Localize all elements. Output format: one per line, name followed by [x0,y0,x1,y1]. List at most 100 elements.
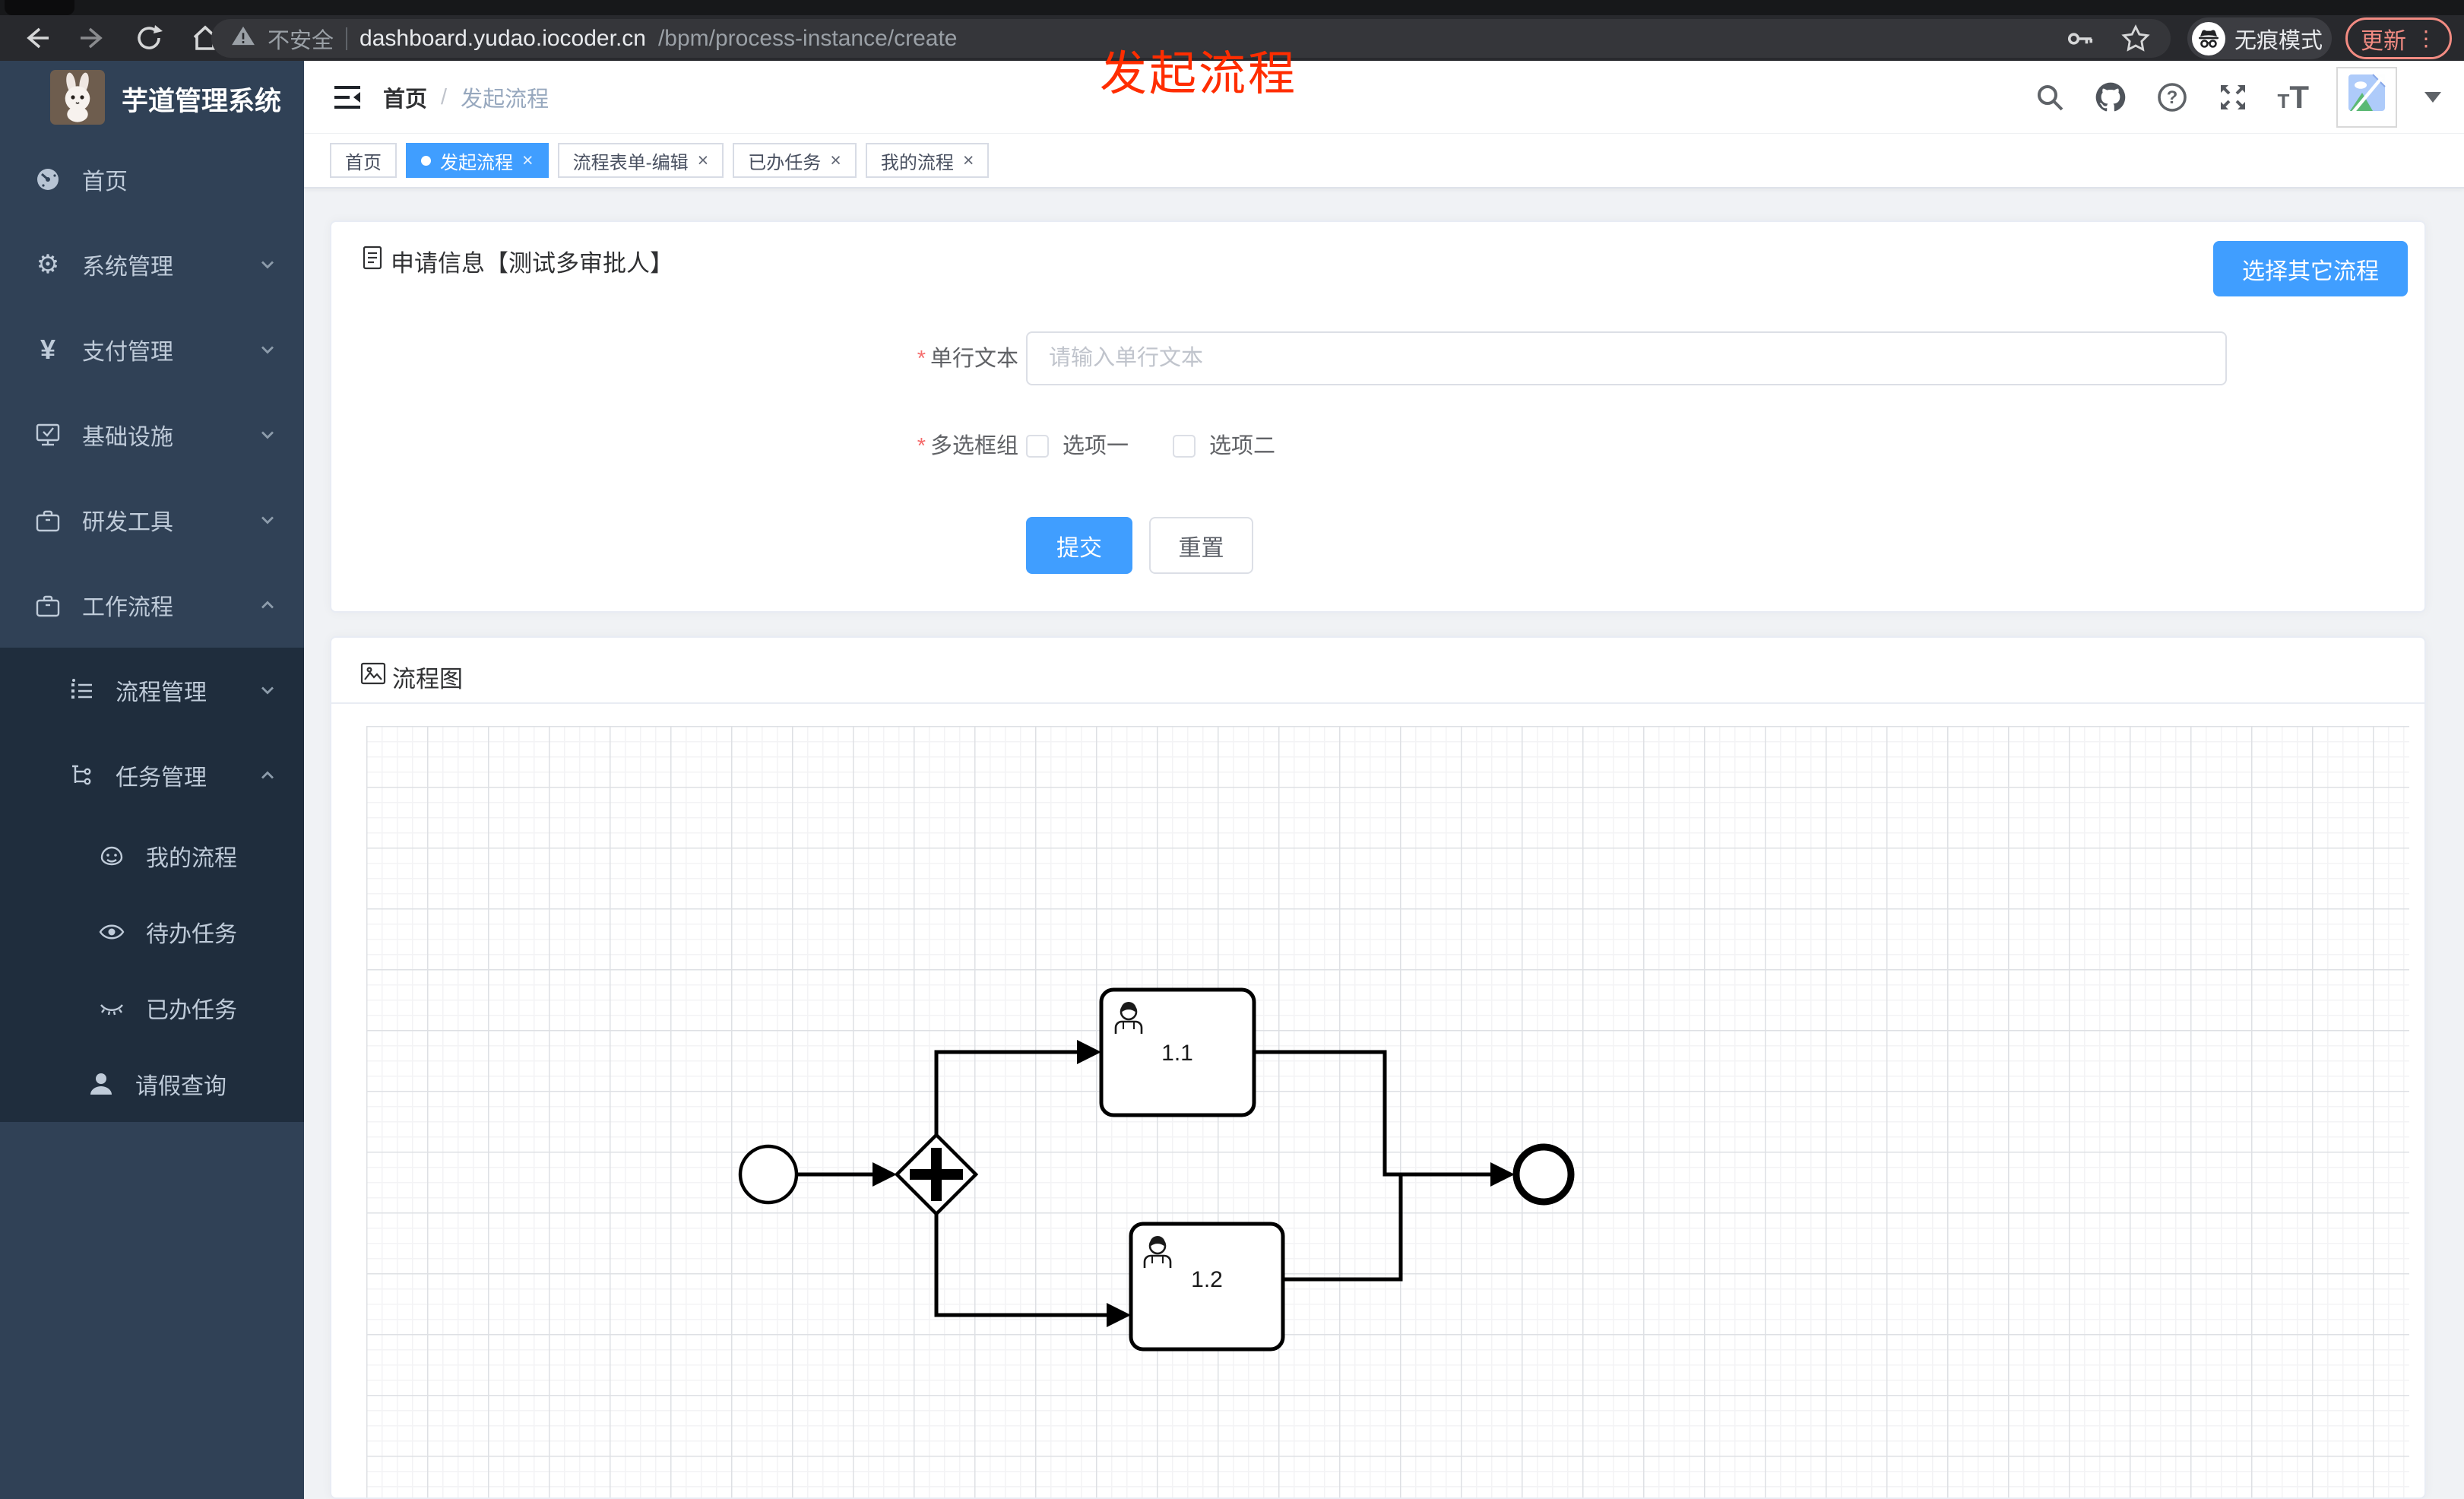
sidebar-item-task-management[interactable]: 任务管理 [0,733,304,818]
user-task-1-node[interactable]: 1.1 [1099,987,1256,1117]
sidebar-item-label: 工作流程 [82,595,173,620]
close-icon[interactable]: × [522,151,534,170]
omnibox-divider [346,27,348,50]
sidebar-item-workflow[interactable]: 工作流程 [0,563,304,648]
bpmn-canvas[interactable]: 1.1 1.2 [366,726,2409,1497]
chevron-down-icon [257,254,278,275]
tag-start-process[interactable]: 发起流程 × [406,143,549,178]
browser-menu-dots-icon[interactable]: ⋮ [2415,26,2437,51]
sidebar: 芋道管理系统 首页 ⚙ 系统管理 ¥ 支付管理 基础设施 研发工具 工作流程 流… [0,61,304,1499]
required-mark: * [917,434,926,458]
sidebar-item-infrastructure[interactable]: 基础设施 [0,392,304,477]
app-logo[interactable]: 芋道管理系统 [0,61,304,137]
breadcrumb-current: 发起流程 [461,87,549,112]
user-task-2-node[interactable]: 1.2 [1129,1222,1285,1352]
picture-icon [360,662,386,691]
svg-text:?: ? [2167,87,2178,108]
sidebar-item-label: 待办任务 [146,922,237,947]
close-icon[interactable]: × [830,151,841,170]
card-title: 流程图 [392,665,463,692]
breadcrumb-separator: / [441,84,448,109]
search-icon[interactable] [2034,81,2066,113]
plus-icon [931,1148,942,1201]
start-event-node[interactable] [738,1144,799,1205]
bpmn-diagram: 1.1 1.2 [738,987,1575,1352]
sidebar-item-home[interactable]: 首页 [0,137,304,222]
gear-icon: ⚙ [36,250,60,279]
browser-back-icon[interactable] [20,21,53,55]
broken-image-icon [2348,74,2386,116]
chevron-up-icon [257,765,278,786]
sidebar-item-done-tasks[interactable]: 已办任务 [0,970,304,1046]
browser-update-button[interactable]: 更新 ⋮ [2345,17,2452,59]
security-label[interactable]: 不安全 [268,23,334,55]
sidebar-item-system[interactable]: ⚙ 系统管理 [0,222,304,307]
document-icon [360,245,385,277]
sidebar-item-label: 系统管理 [82,255,173,280]
checkbox-option-2[interactable] [1173,435,1196,458]
sidebar-item-payment[interactable]: ¥ 支付管理 [0,307,304,392]
fullscreen-icon[interactable] [2216,81,2250,114]
card-divider [331,702,2424,704]
sidebar-item-label: 已办任务 [146,998,237,1023]
briefcase-icon [30,591,65,619]
checkbox-option-1-label[interactable]: 选项一 [1063,431,1129,461]
sidebar-item-label: 我的流程 [146,846,237,871]
browser-reload-icon[interactable] [132,21,166,55]
tag-my-processes[interactable]: 我的流程 × [865,143,990,178]
task-label: 1.1 [1161,1041,1193,1066]
field-label-text: 多选框组 [930,434,1018,458]
password-key-icon[interactable] [2066,24,2095,53]
url-path: /bpm/process-instance/create [657,25,958,51]
checkbox-option-2-label[interactable]: 选项二 [1209,431,1275,461]
avatar-caret-down-icon[interactable] [2424,92,2441,103]
checkbox-option-1[interactable] [1026,435,1049,458]
tag-label: 我的流程 [880,152,954,173]
tag-label: 发起流程 [440,152,513,173]
flow-tree-icon [64,762,99,789]
tag-home[interactable]: 首页 [330,143,397,178]
reset-button[interactable]: 重置 [1149,517,1253,574]
tag-label: 流程表单-编辑 [572,152,689,173]
sidebar-item-leave-query[interactable]: 请假查询 [0,1046,304,1122]
avatar[interactable] [2336,67,2397,128]
dashboard-icon [30,166,65,193]
sidebar-item-label: 首页 [82,170,128,195]
top-navbar: 首页 / 发起流程 ? TT [304,61,2464,134]
breadcrumb-home[interactable]: 首页 [383,81,427,113]
sidebar-item-process-management[interactable]: 流程管理 [0,648,304,733]
bookmark-star-icon[interactable] [2120,24,2151,54]
browser-forward-icon[interactable] [76,21,109,55]
process-diagram-card: 流程图 1.1 1.2 [330,636,2426,1499]
tag-form-edit[interactable]: 流程表单-编辑 × [557,143,724,178]
logo-rabbit-avatar [50,69,105,128]
font-size-icon[interactable]: TT [2277,79,2309,116]
submit-button[interactable]: 提交 [1026,517,1132,574]
page-annotation-title: 发起流程 [1100,48,1298,100]
end-event-node[interactable] [1512,1143,1575,1206]
close-icon[interactable]: × [698,151,709,170]
sidebar-item-my-processes[interactable]: 我的流程 [0,818,304,894]
card-title: 申请信息【测试多审批人】 [391,249,673,277]
incognito-icon [2192,21,2225,55]
breadcrumb: 首页 / 发起流程 [383,61,549,134]
single-line-text-input[interactable] [1026,331,2227,385]
tag-label: 已办任务 [748,152,822,173]
help-icon[interactable]: ? [2155,81,2189,114]
update-label: 更新 [2361,28,2406,54]
eye-closed-icon [94,994,129,1022]
sidebar-item-todo-tasks[interactable]: 待办任务 [0,894,304,970]
tag-done-tasks[interactable]: 已办任务 × [733,143,857,178]
close-icon[interactable]: × [963,151,974,170]
sidebar-item-label: 请假查询 [135,1074,226,1099]
incognito-badge: 无痕模式 [2187,17,2332,59]
active-dot-icon [421,155,431,166]
github-icon[interactable] [2093,80,2128,115]
sidebar-item-label: 任务管理 [116,765,207,791]
browser-tab[interactable] [5,0,74,15]
sidebar-collapse-icon[interactable] [330,80,365,119]
field-label-text: 单行文本 [930,347,1018,371]
parallel-gateway-node[interactable] [894,1132,979,1217]
sidebar-item-devtools[interactable]: 研发工具 [0,477,304,563]
choose-other-process-button[interactable]: 选择其它流程 [2213,241,2408,296]
